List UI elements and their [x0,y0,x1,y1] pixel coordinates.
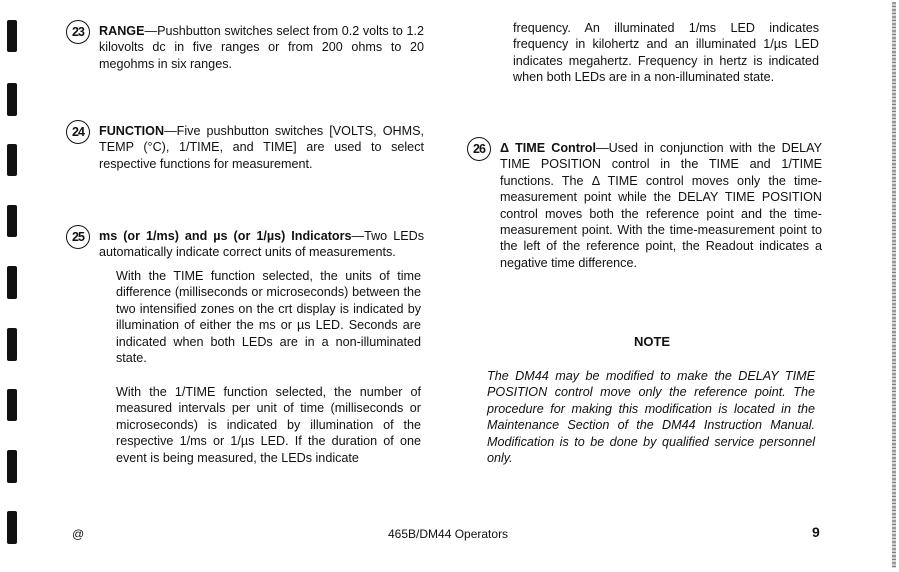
binder-mark [7,83,17,116]
binder-mark [7,20,17,52]
footer-symbol: @ [72,527,85,541]
binder-mark [7,511,17,544]
binder-mark [7,389,17,421]
item-text: —Used in conjunction with the DELAY TIME… [500,141,822,270]
item-23-range: 23 RANGE—Pushbutton switches select from… [66,20,424,72]
item-25-indicators: 25 ms (or 1/ms) and µs (or 1/µs) Indicat… [66,225,424,261]
binder-mark [7,205,17,237]
binder-mark [7,450,17,483]
binder-mark [7,144,17,176]
page-number: 9 [812,524,820,540]
callout-number: 23 [66,20,90,44]
paragraph-time-function: With the TIME function selected, the uni… [116,269,421,366]
binder-mark [7,328,17,361]
page-edge [892,2,896,568]
note-text: The DM44 may be modified to make the DEL… [487,369,815,466]
paragraph-frequency-continued: frequency. An illuminated 1/ms LED indic… [513,21,819,85]
item-title: FUNCTION [99,124,165,138]
footer-title: 465B/DM44 Operators [388,527,509,541]
item-title: Δ TIME Control [500,141,596,155]
callout-number: 24 [66,120,90,144]
item-24-function: 24 FUNCTION—Five pushbutton switches [VO… [66,120,424,172]
callout-number: 26 [467,137,491,161]
note-heading: NOTE [633,334,671,349]
item-title: ms (or 1/ms) and µs (or 1/µs) Indicators [99,229,352,243]
item-title: RANGE [99,24,145,38]
item-26-delta-time: 26 Δ TIME Control—Used in conjunction wi… [467,137,822,271]
paragraph-1time-function: With the 1/TIME function selected, the n… [116,385,421,465]
binder-mark [7,266,17,299]
callout-number: 25 [66,225,90,249]
item-text: —Pushbutton switches select from 0.2 vol… [99,24,424,71]
